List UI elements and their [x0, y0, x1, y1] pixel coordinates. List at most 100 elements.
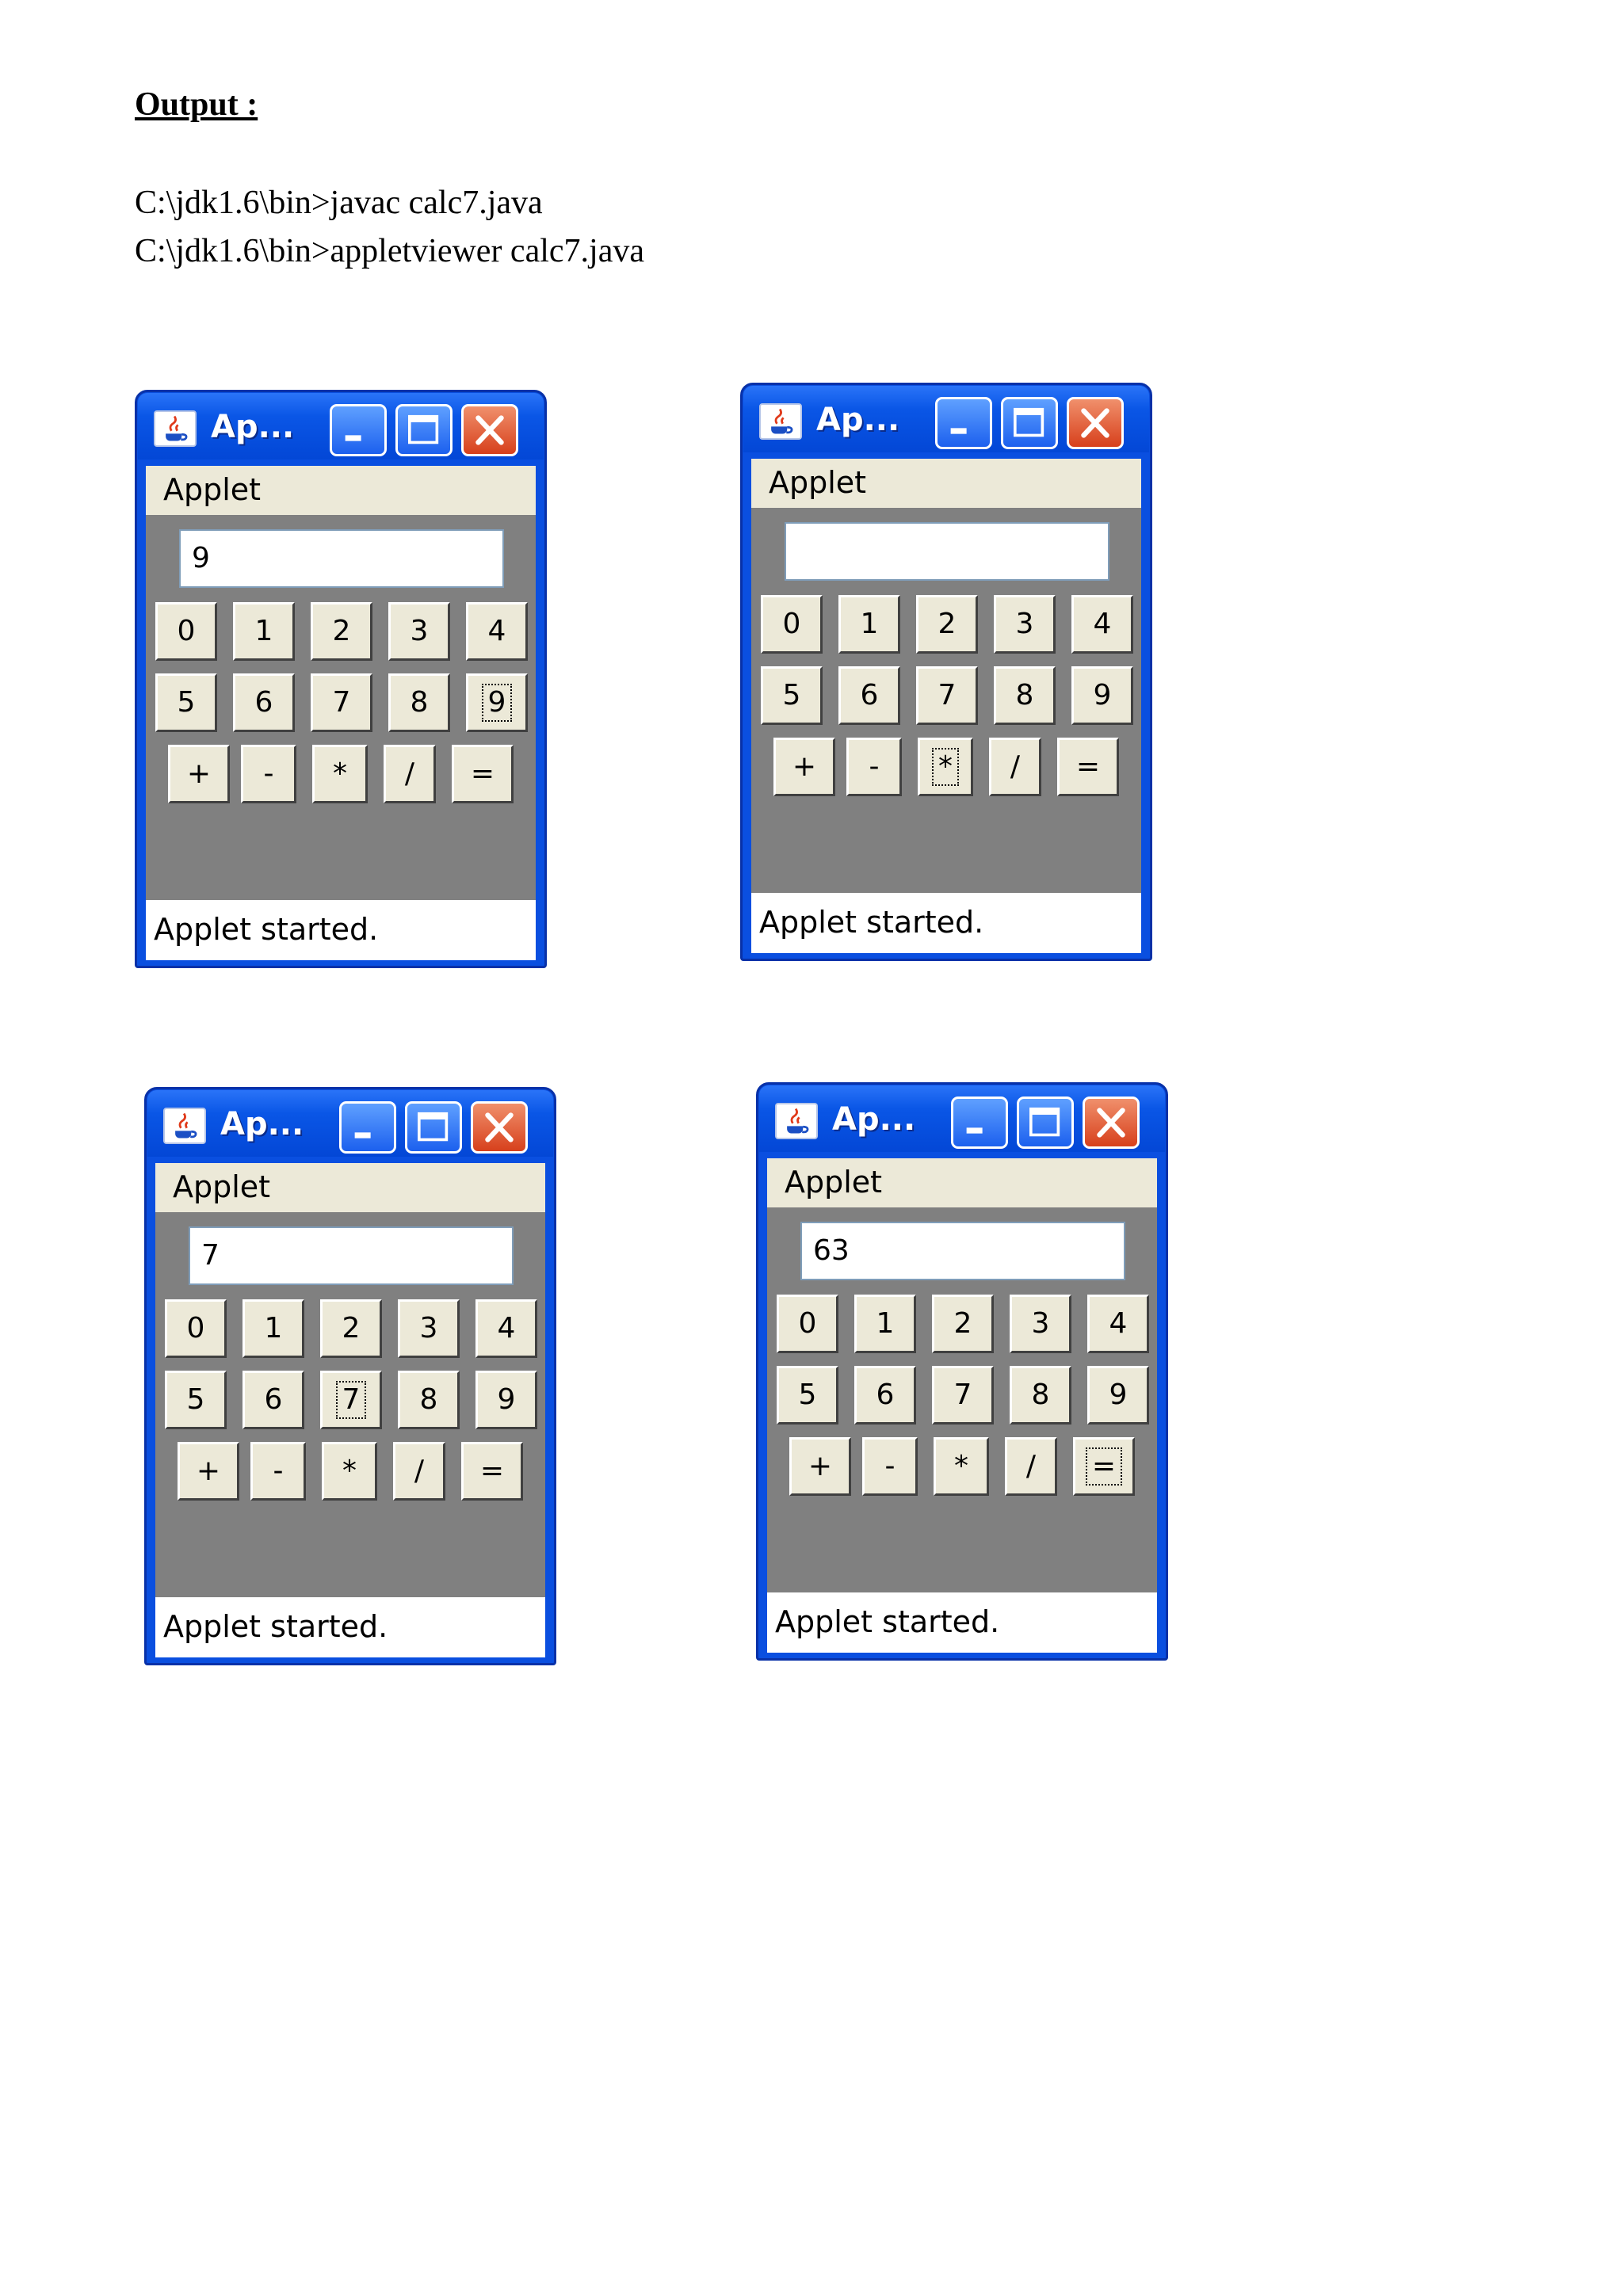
key-7[interactable]: 7 [320, 1371, 382, 1429]
key-row-2: 5 6 7 8 9 [767, 1366, 1157, 1425]
key-6[interactable]: 6 [242, 1371, 304, 1429]
close-button[interactable] [1067, 397, 1124, 449]
key-equals[interactable]: = [1057, 738, 1119, 796]
key-equals[interactable]: = [461, 1442, 523, 1501]
key-minus[interactable]: - [241, 745, 296, 803]
key-3[interactable]: 3 [1010, 1295, 1071, 1353]
key-1[interactable]: 1 [854, 1295, 916, 1353]
calculator-display[interactable]: 9 [179, 529, 504, 588]
java-cup-icon[interactable] [163, 1108, 206, 1144]
key-minus[interactable]: - [846, 738, 902, 796]
calculator-display[interactable]: 63 [800, 1222, 1125, 1280]
key-5[interactable]: 5 [761, 666, 823, 725]
key-2[interactable]: 2 [311, 602, 372, 661]
minimize-button[interactable] [951, 1097, 1008, 1149]
calculator-display[interactable]: 7 [189, 1226, 514, 1285]
key-plus[interactable]: + [773, 738, 835, 796]
key-divide[interactable]: / [989, 738, 1041, 796]
key-4[interactable]: 4 [1071, 595, 1133, 654]
key-3[interactable]: 3 [994, 595, 1056, 654]
window-title: Ap... [220, 1106, 304, 1142]
key-1[interactable]: 1 [233, 602, 295, 661]
key-7[interactable]: 7 [916, 666, 978, 725]
java-cup-icon[interactable] [759, 403, 802, 440]
key-0[interactable]: 0 [761, 595, 823, 654]
maximize-button[interactable] [1017, 1097, 1074, 1149]
key-0[interactable]: 0 [777, 1295, 838, 1353]
key-0[interactable]: 0 [155, 602, 217, 661]
title-bar[interactable]: Ap... [138, 393, 544, 460]
close-icon [485, 1112, 514, 1142]
title-bar[interactable]: Ap... [743, 386, 1149, 452]
key-equals[interactable]: = [452, 745, 514, 803]
key-plus[interactable]: + [168, 745, 230, 803]
java-cup-icon[interactable] [775, 1103, 818, 1139]
key-2[interactable]: 2 [916, 595, 978, 654]
status-bar: Applet started. [767, 1592, 1157, 1653]
key-6[interactable]: 6 [838, 666, 900, 725]
maximize-button[interactable] [1001, 397, 1058, 449]
applet-panel: 9 0 1 2 3 4 5 6 7 8 9 + - * / = [146, 515, 536, 900]
key-7[interactable]: 7 [311, 673, 372, 732]
key-divide[interactable]: / [1005, 1437, 1057, 1496]
maximize-button[interactable] [405, 1101, 462, 1154]
key-multiply[interactable]: * [312, 745, 368, 803]
title-bar[interactable]: Ap... [147, 1090, 553, 1157]
key-row-3: + - * / = [767, 1437, 1157, 1496]
calculator-display[interactable] [785, 522, 1109, 581]
close-icon [475, 415, 504, 445]
maximize-button[interactable] [395, 404, 453, 456]
key-6[interactable]: 6 [854, 1366, 916, 1425]
close-button[interactable] [461, 404, 518, 456]
minimize-button[interactable] [330, 404, 387, 456]
key-2[interactable]: 2 [320, 1299, 382, 1358]
key-7[interactable]: 7 [932, 1366, 994, 1425]
key-9[interactable]: 9 [1071, 666, 1133, 725]
window-title: Ap... [816, 402, 900, 438]
key-multiply[interactable]: * [322, 1442, 377, 1501]
key-6[interactable]: 6 [233, 673, 295, 732]
key-5[interactable]: 5 [155, 673, 217, 732]
title-bar[interactable]: Ap... [759, 1085, 1165, 1152]
key-multiply[interactable]: * [918, 738, 973, 796]
key-5[interactable]: 5 [777, 1366, 838, 1425]
maximize-icon [1029, 1107, 1060, 1137]
key-minus[interactable]: - [862, 1437, 918, 1496]
key-3[interactable]: 3 [398, 1299, 460, 1358]
key-0[interactable]: 0 [165, 1299, 227, 1358]
key-row-3: + - * / = [146, 745, 536, 803]
key-8[interactable]: 8 [1010, 1366, 1071, 1425]
key-4[interactable]: 4 [1087, 1295, 1149, 1353]
key-2[interactable]: 2 [932, 1295, 994, 1353]
key-multiply[interactable]: * [934, 1437, 989, 1496]
key-5[interactable]: 5 [165, 1371, 227, 1429]
key-3[interactable]: 3 [388, 602, 450, 661]
key-9[interactable]: 9 [475, 1371, 537, 1429]
applet-menu[interactable]: Applet [146, 466, 536, 515]
applet-menu[interactable]: Applet [155, 1163, 545, 1212]
key-plus[interactable]: + [789, 1437, 851, 1496]
applet-panel: 63 0 1 2 3 4 5 6 7 8 9 + - * / = [767, 1207, 1157, 1592]
minimize-button[interactable] [339, 1101, 396, 1154]
key-9[interactable]: 9 [466, 673, 528, 732]
minimize-button[interactable] [935, 397, 992, 449]
close-button[interactable] [1083, 1097, 1140, 1149]
key-divide[interactable]: / [384, 745, 436, 803]
key-9[interactable]: 9 [1087, 1366, 1149, 1425]
key-8[interactable]: 8 [398, 1371, 460, 1429]
key-divide[interactable]: / [393, 1442, 445, 1501]
key-1[interactable]: 1 [838, 595, 900, 654]
java-cup-icon[interactable] [154, 410, 197, 447]
key-plus[interactable]: + [178, 1442, 239, 1501]
key-4[interactable]: 4 [466, 602, 528, 661]
applet-menu[interactable]: Applet [767, 1158, 1157, 1207]
key-8[interactable]: 8 [994, 666, 1056, 725]
key-row-1: 0 1 2 3 4 [146, 602, 536, 661]
close-button[interactable] [471, 1101, 528, 1154]
key-equals[interactable]: = [1073, 1437, 1135, 1496]
key-8[interactable]: 8 [388, 673, 450, 732]
applet-menu[interactable]: Applet [751, 459, 1141, 508]
key-minus[interactable]: - [250, 1442, 306, 1501]
key-4[interactable]: 4 [475, 1299, 537, 1358]
key-1[interactable]: 1 [242, 1299, 304, 1358]
